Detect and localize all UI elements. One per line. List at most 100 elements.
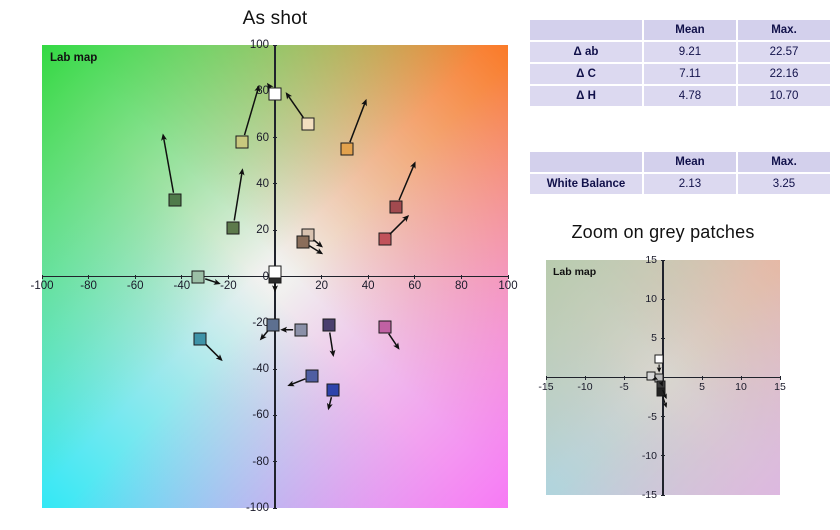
x-tick-mark xyxy=(507,274,509,279)
y-tick-mark xyxy=(273,229,277,231)
colour-patch-marker xyxy=(235,135,249,149)
colour-patch-marker xyxy=(226,221,240,235)
x-tick-mark xyxy=(367,274,369,279)
y-tick-mark xyxy=(661,416,665,418)
zoom-lab-map-label: Lab map xyxy=(553,266,597,278)
y-tick-label: 80 xyxy=(256,85,269,98)
screenshot-root: As shot Lab map -100 -80 -60 -40 -20 20 40 60 80… xyxy=(0,0,840,530)
x-tick-label: 10 xyxy=(735,380,747,393)
y-tick-label: -5 xyxy=(647,410,657,423)
white-balance-max: 3.25 xyxy=(738,174,830,194)
x-tick-mark xyxy=(584,375,586,380)
y-tick-mark xyxy=(273,137,277,139)
x-tick-mark xyxy=(460,274,462,279)
delta-metrics-table: Mean Max. Δ ab 9.21 22.57 Δ C 7.11 22.16… xyxy=(528,18,832,108)
x-tick-mark xyxy=(41,274,43,279)
colour-patch-marker xyxy=(268,87,282,101)
row-label-delta-c: Δ C xyxy=(530,64,642,84)
y-tick-mark xyxy=(273,44,277,46)
colour-patch-marker xyxy=(294,323,308,337)
x-tick-mark xyxy=(181,274,183,279)
colour-patch-marker xyxy=(296,235,310,249)
y-tick-mark xyxy=(661,337,665,339)
x-tick-label: 20 xyxy=(315,279,328,292)
main-lab-map-label: Lab map xyxy=(50,52,98,64)
col-max: Max. xyxy=(738,152,830,172)
colour-patch-marker xyxy=(305,369,319,383)
colour-patch-marker xyxy=(168,193,182,207)
y-tick-label: -10 xyxy=(641,449,657,462)
x-tick-label: 15 xyxy=(774,380,786,393)
colour-patch-marker xyxy=(193,332,207,346)
y-tick-mark xyxy=(661,494,665,496)
y-tick-mark xyxy=(273,368,277,370)
x-tick-label: -100 xyxy=(30,279,54,292)
x-tick-label: -40 xyxy=(173,279,191,292)
table-row: Δ ab 9.21 22.57 xyxy=(530,42,830,62)
x-tick-label: -80 xyxy=(80,279,97,292)
colour-patch-marker xyxy=(322,318,336,332)
x-tick-mark xyxy=(701,375,703,380)
col-mean: Mean xyxy=(644,152,736,172)
x-tick-mark xyxy=(227,274,229,279)
x-tick-mark xyxy=(623,375,625,380)
row-label-delta-ab: Δ ab xyxy=(530,42,642,62)
y-tick-label: -100 xyxy=(245,502,269,514)
delta-h-mean: 4.78 xyxy=(644,86,736,106)
colour-patch-marker xyxy=(326,383,340,397)
colour-patch-marker xyxy=(301,117,315,131)
y-tick-mark xyxy=(273,414,277,416)
y-tick-label: -60 xyxy=(252,409,269,422)
x-tick-label: -5 xyxy=(619,380,629,393)
white-balance-table: Mean Max. White Balance 2.13 3.25 xyxy=(528,150,832,196)
colour-patch-marker xyxy=(378,232,391,246)
x-tick-mark xyxy=(740,375,742,380)
colour-patch-marker xyxy=(191,270,205,283)
y-tick-label: 100 xyxy=(249,39,269,51)
table-row: White Balance 2.13 3.25 xyxy=(530,174,830,194)
x-tick-label: -15 xyxy=(538,380,554,393)
x-tick-label: 40 xyxy=(361,279,375,292)
x-tick-mark xyxy=(321,274,323,279)
delta-c-mean: 7.11 xyxy=(644,64,736,84)
colour-patch-marker xyxy=(389,200,403,214)
y-tick-label: 20 xyxy=(256,224,269,237)
x-tick-mark xyxy=(779,375,781,380)
delta-c-max: 22.16 xyxy=(738,64,830,84)
row-label-white-balance: White Balance xyxy=(530,174,642,194)
colour-patch-marker xyxy=(266,318,280,332)
x-tick-label: 80 xyxy=(454,279,468,292)
y-tick-label: 5 xyxy=(651,332,657,345)
y-tick-label: -80 xyxy=(252,455,269,468)
colour-patch-marker xyxy=(654,354,664,364)
col-blank xyxy=(530,152,642,172)
y-tick-label: 10 xyxy=(645,293,657,306)
x-tick-label: -60 xyxy=(126,279,144,292)
y-tick-mark xyxy=(661,455,665,457)
y-tick-label: -15 xyxy=(641,489,657,501)
x-tick-mark xyxy=(414,274,416,279)
table-row: Δ H 4.78 10.70 xyxy=(530,86,830,106)
zoom-chart-title: Zoom on grey patches xyxy=(571,222,755,242)
x-tick-label: 100 xyxy=(498,279,518,292)
main-chart-title: As shot xyxy=(242,8,308,29)
delta-h-max: 10.70 xyxy=(738,86,830,106)
col-blank xyxy=(530,20,642,40)
x-tick-mark xyxy=(545,375,547,380)
colour-patch-marker xyxy=(340,142,354,156)
y-tick-mark xyxy=(273,507,277,509)
y-tick-label: -40 xyxy=(252,363,269,376)
colour-patch-marker xyxy=(268,265,282,279)
y-tick-mark xyxy=(273,183,277,185)
y-tick-label: 60 xyxy=(256,131,269,144)
x-tick-label: 5 xyxy=(699,380,705,393)
y-tick-mark xyxy=(661,298,665,300)
col-mean: Mean xyxy=(644,20,736,40)
x-tick-label: -20 xyxy=(220,279,237,292)
row-label-delta-h: Δ H xyxy=(530,86,642,106)
y-tick-mark xyxy=(661,259,665,261)
x-tick-label: 60 xyxy=(408,279,422,292)
colour-patch-marker xyxy=(656,387,666,397)
x-tick-mark xyxy=(134,274,136,279)
x-tick-mark xyxy=(88,274,90,279)
